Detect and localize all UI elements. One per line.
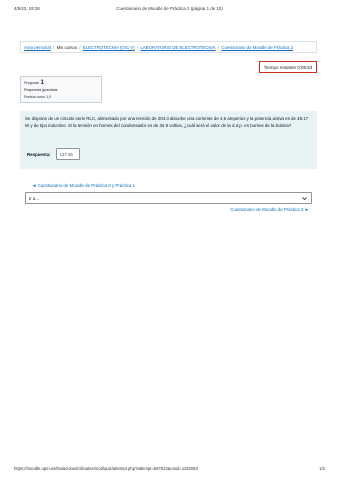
question-status: Respuesta guardada (24, 88, 58, 93)
answer-row: Respuesta: 127.45 (27, 148, 80, 160)
breadcrumb-separator: / (137, 44, 139, 50)
question-number-value: 1 (40, 80, 44, 86)
breadcrumb-separator: / (53, 44, 55, 50)
breadcrumb-section[interactable]: LABORATORIO DE ELECTROTECNIA (141, 45, 216, 50)
previous-activity-link[interactable]: ◄ Cuestionario de Moodle de Práctica 0 y… (32, 183, 135, 188)
breadcrumb-area-personal[interactable]: Área personal (24, 45, 51, 50)
breadcrumb-separator: / (79, 44, 81, 50)
answer-label: Respuesta: (27, 151, 51, 157)
print-url: https://moodle.upm.es/titulaciones/ofici… (14, 466, 198, 471)
breadcrumb-separator: / (217, 44, 220, 50)
print-page-number: 1/2 (319, 466, 325, 471)
answer-input[interactable]: 127.45 (55, 148, 80, 160)
question-grade: Puntúa como 1,0 (24, 94, 52, 99)
question-content-box: Se dispone de un circuito serie RLC, ali… (20, 111, 317, 169)
question-number: Pregunta 1 (24, 80, 98, 86)
breadcrumb-quiz[interactable]: Cuestionario de Moodle de Práctica 2 (221, 45, 293, 50)
print-footer: https://moodle.upm.es/titulaciones/ofici… (14, 466, 325, 471)
jump-to-select-value: Ir a... (29, 195, 40, 201)
print-page-title: Cuestionario de Moodle de Práctica 2 (pá… (116, 6, 223, 11)
quiz-timer: Tiempo restante 0:08:53 (259, 61, 317, 73)
breadcrumb-mis-cursos: Mis cursos (56, 44, 78, 50)
chevron-down-icon (302, 197, 307, 201)
question-label: Pregunta (24, 81, 39, 85)
print-date: 4/5/23, 19:28 (14, 6, 40, 11)
question-info-panel: Pregunta 1 Respuesta guardada Puntúa com… (20, 76, 102, 103)
breadcrumb: Área personal / Mis cursos / ELECTROTECN… (20, 41, 317, 53)
question-text: Se dispone de un circuito serie RLC, ali… (25, 116, 309, 129)
print-header: 4/5/23, 19:28 Cuestionario de Moodle de … (14, 6, 325, 11)
jump-to-select[interactable]: Ir a... (25, 192, 312, 204)
next-activity-link[interactable]: Cuestionario de Moodle de Práctica 3 ► (230, 207, 309, 212)
breadcrumb-course[interactable]: ELECTROTECNIA (GIC-V) (83, 45, 135, 50)
